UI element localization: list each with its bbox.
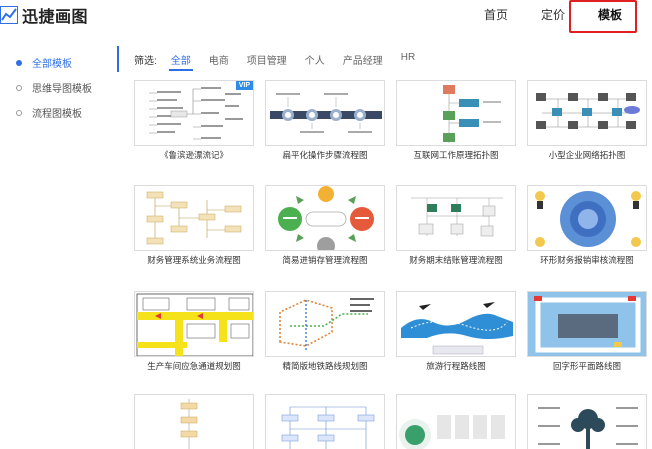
template-category-sidebar: 全部模板 思维导图模板 流程图模板 bbox=[0, 40, 119, 449]
template-card[interactable] bbox=[265, 394, 385, 449]
template-title: 扁平化操作步骤流程图 bbox=[282, 150, 368, 160]
sidebar-item-flowchart-templates[interactable]: 流程图模板 bbox=[16, 105, 82, 120]
workshop-emergency-route-preview bbox=[136, 293, 253, 356]
template-title: 互联网工作原理拓扑图 bbox=[413, 150, 499, 160]
template-title: 精简版地铁路线规划图 bbox=[282, 361, 368, 371]
template-card[interactable]: 生产车间应急通道规划图 bbox=[134, 291, 254, 372]
filter-tab-project-management[interactable]: 项目管理 bbox=[247, 52, 287, 71]
vertical-flow-preview bbox=[180, 399, 198, 449]
template-card[interactable]: 回字形平面路线图 bbox=[527, 291, 647, 372]
template-card[interactable]: 财务管理系统业务流程图 bbox=[134, 185, 254, 266]
template-card[interactable]: 简易进销存管理流程图 bbox=[265, 185, 385, 266]
template-thumbnail[interactable] bbox=[527, 394, 647, 449]
template-title: 小型企业网络拓扑图 bbox=[548, 150, 626, 160]
template-card[interactable]: 旅游行程路线图 bbox=[396, 291, 516, 372]
template-card[interactable]: 环形财务报销审核流程图 bbox=[527, 185, 647, 266]
green-steps-preview bbox=[399, 415, 505, 449]
vip-badge: VIP bbox=[235, 81, 253, 90]
flat-steps-preview bbox=[270, 93, 382, 133]
template-thumbnail[interactable] bbox=[396, 291, 516, 357]
sidebar-item-label: 流程图模板 bbox=[32, 109, 82, 120]
template-thumbnail[interactable]: VIP bbox=[134, 80, 254, 146]
template-title: 旅游行程路线图 bbox=[426, 361, 486, 371]
bullet-icon bbox=[16, 59, 22, 66]
nav-home[interactable]: 首页 bbox=[484, 6, 508, 23]
hui-shape-route-preview bbox=[528, 292, 646, 356]
template-thumbnail[interactable] bbox=[265, 80, 385, 146]
template-title: 简易进销存管理流程图 bbox=[282, 255, 368, 265]
filter-tab-product-manager[interactable]: 产品经理 bbox=[343, 52, 383, 71]
template-card[interactable]: 财务期末结账管理流程图 bbox=[396, 185, 516, 266]
sidebar-item-label: 全部模板 bbox=[32, 59, 72, 70]
filter-tab-all[interactable]: 全部 bbox=[168, 52, 193, 71]
travel-route-preview bbox=[401, 302, 513, 355]
template-title: 回字形平面路线图 bbox=[552, 361, 621, 371]
template-thumbnail[interactable] bbox=[527, 291, 647, 357]
template-thumbnail[interactable] bbox=[134, 394, 254, 449]
template-thumbnail[interactable] bbox=[396, 394, 516, 449]
filter-tab-hr[interactable]: HR bbox=[401, 52, 415, 67]
template-title: 生产车间应急通道规划图 bbox=[147, 361, 241, 371]
template-thumbnail[interactable] bbox=[527, 185, 647, 251]
template-thumbnail[interactable] bbox=[396, 185, 516, 251]
filter-tab-ecommerce[interactable]: 电商 bbox=[209, 52, 229, 71]
template-title: 《鲁滨逊漂流记》 bbox=[159, 150, 228, 160]
sidebar-item-label: 思维导图模板 bbox=[32, 84, 92, 95]
nav-pricing[interactable]: 定价 bbox=[541, 6, 565, 23]
template-card[interactable]: 扁平化操作步骤流程图 bbox=[265, 80, 385, 161]
template-card[interactable]: 精简版地铁路线规划图 bbox=[265, 291, 385, 372]
template-title: 环形财务报销审核流程图 bbox=[540, 255, 634, 265]
template-thumbnail[interactable] bbox=[396, 80, 516, 146]
template-card[interactable] bbox=[134, 394, 254, 449]
template-thumbnail[interactable] bbox=[134, 185, 254, 251]
finance-system-flow-preview bbox=[146, 191, 242, 245]
mindmap-preview bbox=[149, 87, 243, 140]
sidebar-active-indicator bbox=[117, 46, 119, 72]
inventory-flow-preview bbox=[278, 186, 374, 250]
template-card[interactable]: 小型企业网络拓扑图 bbox=[527, 80, 647, 161]
sidebar-item-mindmap-templates[interactable]: 思维导图模板 bbox=[16, 80, 92, 95]
bullet-icon bbox=[16, 84, 22, 91]
month-end-closing-preview bbox=[411, 197, 503, 237]
template-card[interactable]: 互联网工作原理拓扑图 bbox=[396, 80, 516, 161]
template-thumbnail[interactable] bbox=[527, 80, 647, 146]
tree-diagram-preview bbox=[538, 407, 638, 449]
template-card[interactable] bbox=[396, 394, 516, 449]
template-card[interactable] bbox=[527, 394, 647, 449]
logo[interactable]: 迅捷画图 bbox=[0, 3, 88, 27]
filter-tab-personal[interactable]: 个人 bbox=[305, 52, 325, 71]
top-header: 迅捷画图 首页 定价 模板 bbox=[0, 0, 652, 33]
template-thumbnail[interactable] bbox=[265, 394, 385, 449]
filter-label: 筛选: bbox=[134, 56, 157, 67]
template-title: 财务期末结账管理流程图 bbox=[409, 255, 503, 265]
logo-text: 迅捷画图 bbox=[22, 9, 89, 26]
templates-highlight-box bbox=[569, 0, 637, 33]
sidebar-item-all-templates[interactable]: 全部模板 bbox=[16, 55, 72, 70]
filter-bar: 筛选: 全部 电商 项目管理 个人 产品经理 HR bbox=[134, 52, 433, 72]
logo-chart-icon bbox=[0, 6, 18, 24]
bullet-icon bbox=[16, 109, 22, 116]
network-topology-preview bbox=[536, 93, 640, 129]
template-thumbnail[interactable] bbox=[265, 185, 385, 251]
internet-topology-preview bbox=[443, 85, 501, 143]
template-thumbnail[interactable] bbox=[265, 291, 385, 357]
template-title: 财务管理系统业务流程图 bbox=[147, 255, 241, 265]
org-flow-preview bbox=[281, 406, 375, 449]
template-card[interactable]: VIP 《鲁滨逊漂流记》 bbox=[134, 80, 254, 161]
template-thumbnail[interactable] bbox=[134, 291, 254, 357]
ring-reimbursement-preview bbox=[535, 191, 641, 247]
metro-route-preview bbox=[279, 298, 374, 350]
